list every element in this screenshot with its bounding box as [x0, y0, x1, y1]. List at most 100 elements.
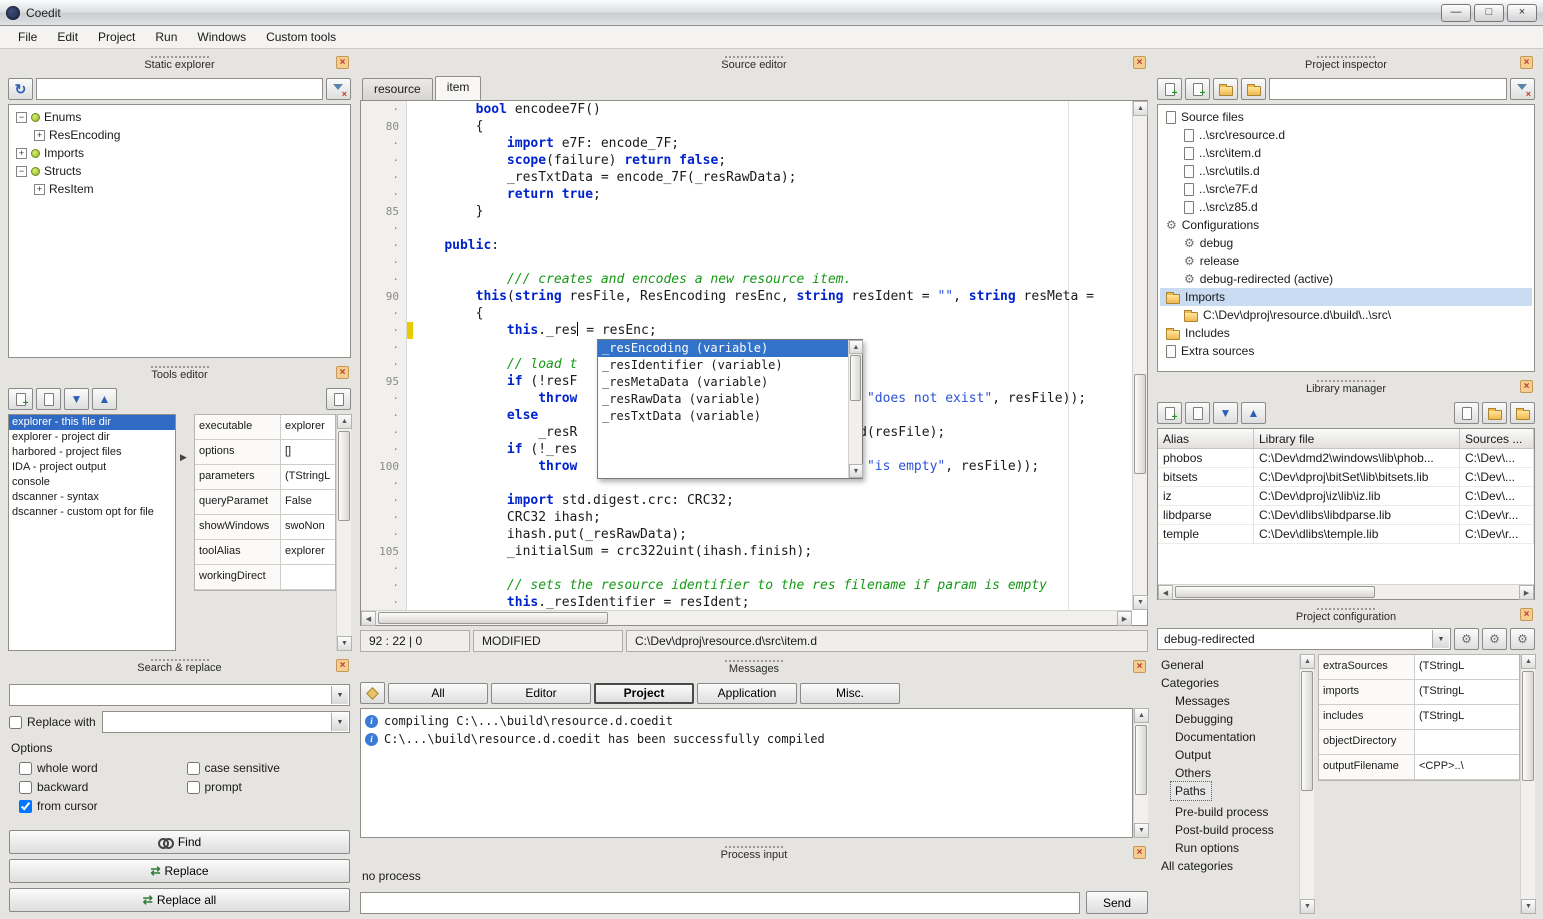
property-value[interactable]: (TStringL	[1415, 655, 1519, 679]
replace-button[interactable]: ⇄ Replace	[9, 859, 350, 883]
project-tree-item[interactable]: ..\src\utils.d	[1160, 162, 1532, 180]
messages-scrollbar[interactable]: ▲ ▼	[1133, 708, 1148, 838]
apply-tool-button[interactable]	[326, 388, 351, 410]
scroll-right-icon[interactable]: ▶	[1117, 611, 1132, 626]
filter-editor-button[interactable]: Editor	[491, 683, 591, 704]
inspector-filter-input[interactable]	[1269, 78, 1507, 100]
tree-item[interactable]: +ResItem	[11, 180, 348, 198]
find-button[interactable]: Find	[9, 830, 350, 854]
open-folder-button[interactable]	[1241, 78, 1266, 100]
tools-grid-scrollbar[interactable]: ▲ ▼	[336, 414, 351, 651]
scroll-up-icon[interactable]: ▲	[1133, 101, 1148, 116]
configuration-property-row[interactable]: imports(TStringL	[1319, 680, 1519, 705]
scroll-down-icon[interactable]: ▼	[849, 464, 863, 478]
code-line[interactable]: · this._res = resEnc;	[361, 322, 1132, 339]
clear-filter-button[interactable]	[1510, 78, 1535, 100]
code-line[interactable]: 85 }	[361, 203, 1132, 220]
code-line[interactable]: · import e7F: encode_7F;	[361, 135, 1132, 152]
add-library-button[interactable]	[1157, 402, 1182, 424]
library-row[interactable]: izC:\Dev\dproj\iz\lib\iz.libC:\Dev\...	[1158, 487, 1534, 506]
tool-property-row[interactable]: parameters(TStringL	[195, 465, 335, 490]
chevron-down-icon[interactable]: ▼	[331, 686, 348, 704]
tab-item[interactable]: item	[435, 76, 482, 100]
checkbox[interactable]	[187, 762, 200, 775]
scroll-down-icon[interactable]: ▼	[1133, 595, 1148, 610]
expander-icon[interactable]: +	[34, 184, 45, 195]
scroll-left-icon[interactable]: ◀	[1158, 585, 1173, 600]
configuration-category[interactable]: Categories	[1157, 674, 1299, 692]
code-line[interactable]: · ihash.put(_resRawData);	[361, 526, 1132, 543]
close-panel-icon[interactable]: ×	[1133, 846, 1146, 859]
completion-item[interactable]: _resMetaData (variable)	[598, 374, 848, 391]
tool-list-item[interactable]: dscanner - custom opt for file	[9, 505, 175, 520]
refresh-button[interactable]: ↻	[8, 78, 33, 100]
scroll-right-icon[interactable]: ▶	[1519, 585, 1534, 600]
close-button[interactable]: ×	[1507, 4, 1537, 22]
code-line[interactable]: · CRC32 ihash;	[361, 509, 1132, 526]
tool-property-row[interactable]: executableexplorer	[195, 415, 335, 440]
scroll-up-icon[interactable]: ▲	[1300, 654, 1315, 669]
configuration-category[interactable]: Run options	[1171, 839, 1299, 857]
configuration-property-row[interactable]: extraSources(TStringL	[1319, 655, 1519, 680]
close-panel-icon[interactable]: ×	[336, 56, 349, 69]
library-row[interactable]: bitsetsC:\Dev\dproj\bitSet\lib\bitsets.l…	[1158, 468, 1534, 487]
replace-combobox[interactable]: ▼	[102, 711, 350, 733]
chevron-down-icon[interactable]: ▼	[331, 713, 348, 731]
tool-property-row[interactable]: options[]	[195, 440, 335, 465]
filter-all-button[interactable]: All	[388, 683, 488, 704]
project-tree-item[interactable]: ⚙debug-redirected (active)	[1160, 270, 1532, 288]
add-source-button[interactable]	[1185, 78, 1210, 100]
project-tree-item[interactable]: ..\src\item.d	[1160, 144, 1532, 162]
menu-file[interactable]: File	[8, 27, 47, 47]
configuration-property-row[interactable]: includes(TStringL	[1319, 705, 1519, 730]
move-library-down-button[interactable]: ▼	[1213, 402, 1238, 424]
configuration-category[interactable]: All categories	[1157, 857, 1299, 875]
send-button[interactable]: Send	[1086, 891, 1148, 914]
chevron-down-icon[interactable]: ▼	[1432, 630, 1449, 648]
checkbox[interactable]	[19, 800, 32, 813]
code-line[interactable]: · // sets the resource identifier to the…	[361, 577, 1132, 594]
search-option-prompt[interactable]: prompt	[187, 780, 351, 794]
expander-icon[interactable]: +	[16, 148, 27, 159]
configuration-category[interactable]: Documentation	[1171, 728, 1299, 746]
project-tree-item[interactable]: ..\src\resource.d	[1160, 126, 1532, 144]
code-line[interactable]: · bool encodee7F()	[361, 101, 1132, 118]
menu-run[interactable]: Run	[145, 27, 187, 47]
completion-item[interactable]: _resEncoding (variable)	[598, 340, 848, 357]
editor-hscrollbar[interactable]: ◀ ▶	[361, 610, 1132, 625]
tools-splitter[interactable]: ▶	[178, 414, 192, 651]
move-library-up-button[interactable]: ▲	[1241, 402, 1266, 424]
tool-list-item[interactable]: console	[9, 475, 175, 490]
close-panel-icon[interactable]: ×	[1520, 56, 1533, 69]
category-tree-scrollbar[interactable]: ▲ ▼	[1299, 654, 1314, 914]
project-tree-item[interactable]: Extra sources	[1160, 342, 1532, 360]
tree-item[interactable]: −Structs	[11, 162, 348, 180]
code-line[interactable]: 90 this(string resFile, ResEncoding resE…	[361, 288, 1132, 305]
expander-icon[interactable]: −	[16, 166, 27, 177]
code-line[interactable]: · {	[361, 305, 1132, 322]
column-library-file[interactable]: Library file	[1254, 429, 1460, 449]
library-hscrollbar[interactable]: ◀ ▶	[1158, 584, 1534, 599]
code-line[interactable]: · this._resIdentifier = resIdent;	[361, 594, 1132, 610]
tool-list-item[interactable]: explorer - project dir	[9, 430, 175, 445]
symbol-search-input[interactable]	[36, 78, 323, 100]
close-panel-icon[interactable]: ×	[1133, 56, 1146, 69]
maximize-button[interactable]: □	[1474, 4, 1504, 22]
close-panel-icon[interactable]: ×	[1520, 380, 1533, 393]
project-tree-item[interactable]: ⚙release	[1160, 252, 1532, 270]
property-value[interactable]: (TStringL	[1415, 680, 1519, 704]
code-editor[interactable]: · bool encodee7F()80 {· import e7F: enco…	[360, 100, 1148, 626]
editor-vscrollbar[interactable]: ▲ ▼	[1132, 101, 1147, 610]
code-line[interactable]: · public:	[361, 237, 1132, 254]
expander-icon[interactable]: −	[16, 112, 27, 123]
tool-property-row[interactable]: toolAliasexplorer	[195, 540, 335, 565]
code-line[interactable]: ·	[361, 560, 1132, 577]
remove-library-button[interactable]	[1185, 402, 1210, 424]
search-option-from-cursor[interactable]: from cursor	[19, 799, 183, 813]
add-configuration-button[interactable]: ⚙	[1454, 628, 1479, 650]
search-option-backward[interactable]: backward	[19, 780, 183, 794]
tree-item[interactable]: +ResEncoding	[11, 126, 348, 144]
property-value[interactable]: explorer	[281, 540, 335, 564]
tool-list-item[interactable]: dscanner - syntax	[9, 490, 175, 505]
move-tool-up-button[interactable]: ▲	[92, 388, 117, 410]
